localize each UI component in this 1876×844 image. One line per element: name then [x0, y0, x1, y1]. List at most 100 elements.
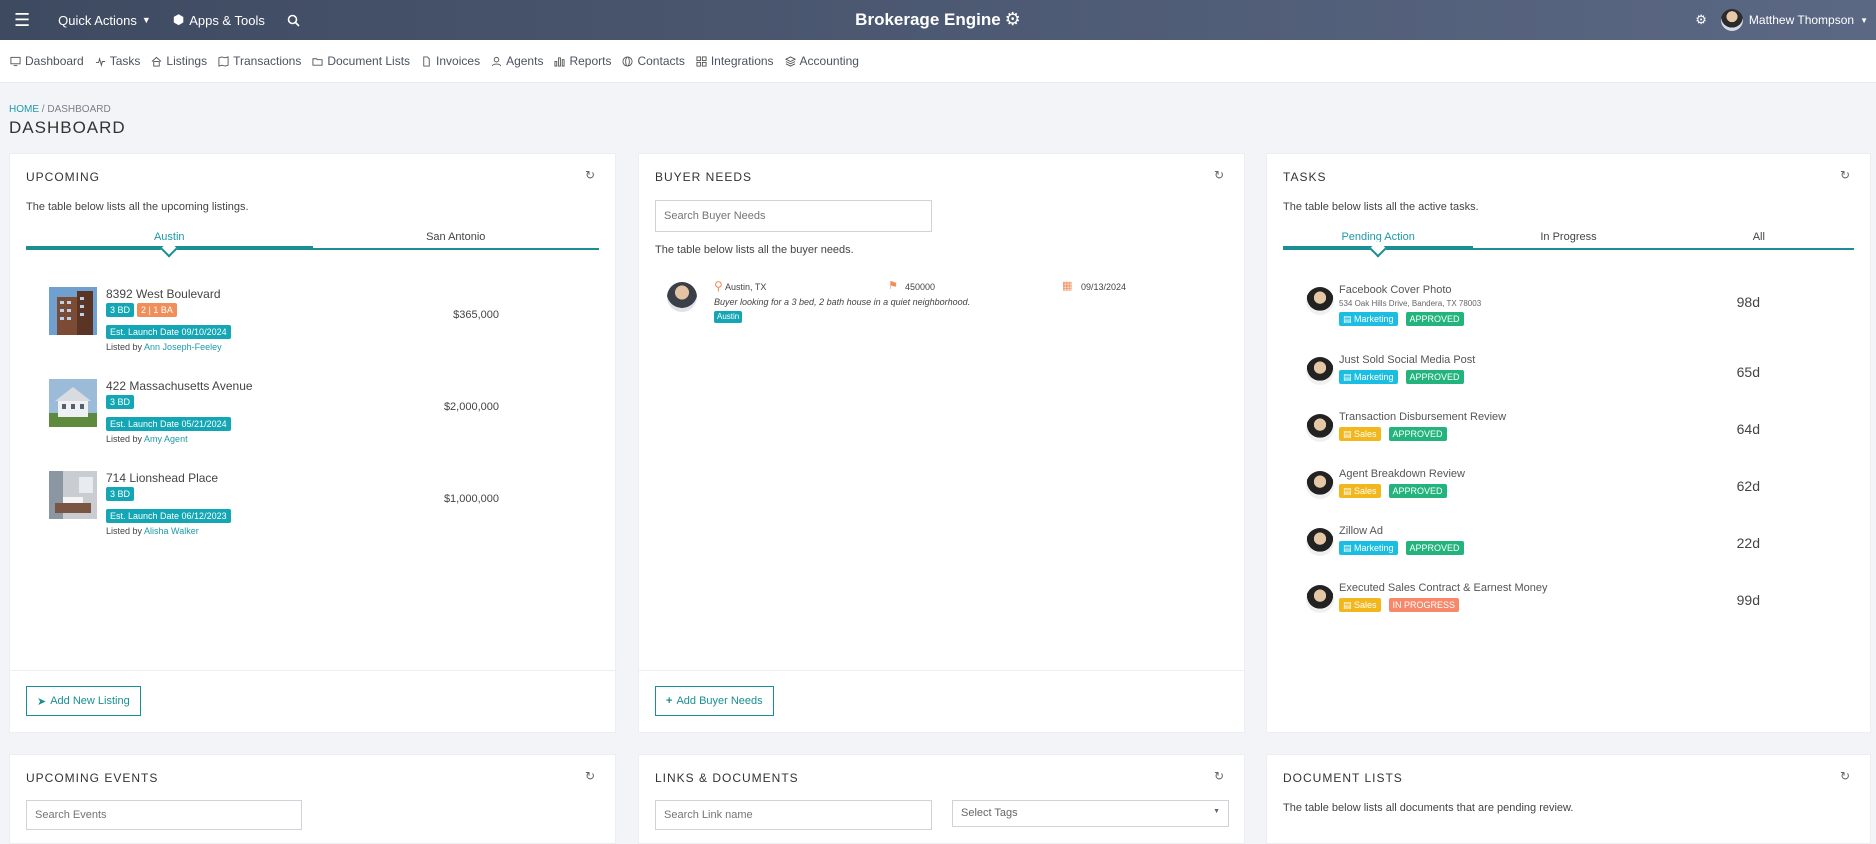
pulse-icon [95, 56, 105, 67]
top-bar: ☰ Quick Actions ▼ ⬢ Apps & Tools Brokerage… [0, 0, 1876, 40]
events-search-input[interactable] [26, 800, 302, 830]
tab-all[interactable]: All [1664, 226, 1854, 248]
refresh-icon[interactable]: ↻ [1214, 168, 1224, 182]
refresh-icon[interactable]: ↻ [1840, 168, 1850, 182]
upcoming-tabs: Austin San Antonio [26, 226, 599, 250]
nav-label: Dashboard [25, 54, 84, 68]
task-row[interactable]: Just Sold Social Media Post ▤ Marketing A… [1306, 354, 1760, 411]
breadcrumb-home[interactable]: HOME [9, 104, 39, 115]
status-badge: APPROVED [1405, 312, 1464, 326]
add-buyer-needs-button[interactable]: + Add Buyer Needs [655, 686, 774, 716]
task-row[interactable]: Transaction Disbursement Review ▤ Sales A… [1306, 411, 1760, 468]
select-tags-dropdown[interactable]: Select Tags ▼ [952, 800, 1229, 827]
listing-item[interactable]: 8392 West Boulevard 3 BD 2 | 1 BA Est. La… [49, 287, 499, 367]
agent-link[interactable]: Alisha Walker [144, 526, 199, 536]
task-age: 64d [1736, 421, 1760, 437]
nav-contacts[interactable]: Contacts [622, 54, 685, 68]
card-description: The table below lists all documents that… [1283, 802, 1574, 814]
add-new-listing-button[interactable]: ➤ Add New Listing [26, 686, 141, 716]
buyer-needs-card: BUYER NEEDS ↻ The table below lists all … [638, 153, 1245, 733]
avatar [1720, 9, 1743, 31]
tab-pending-action[interactable]: Pending Action [1283, 226, 1474, 248]
task-age: 22d [1736, 535, 1760, 551]
nav-listings[interactable]: Listings [151, 54, 207, 68]
nav-label: Invoices [436, 54, 481, 68]
nav-tasks[interactable]: Tasks [95, 54, 140, 68]
launch-date-row: Est. Launch Date 09/10/2024 [106, 322, 231, 340]
apps-tools-menu[interactable]: ⬢ Apps & Tools [165, 12, 273, 28]
refresh-icon[interactable]: ↻ [585, 168, 595, 182]
nav-transactions[interactable]: Transactions [218, 54, 301, 68]
refresh-icon[interactable]: ↻ [1840, 769, 1850, 783]
agent-link[interactable]: Ann Joseph-Feeley [144, 342, 222, 352]
brand-name: Brokerage Engine [855, 9, 1001, 29]
tab-san-antonio[interactable]: San Antonio [313, 226, 600, 248]
category-label: Marketing [1354, 543, 1394, 553]
task-row[interactable]: Executed Sales Contract & Earnest Money … [1306, 582, 1760, 618]
breadcrumb-separator: / [41, 104, 45, 115]
listing-address: 422 Massachusetts Avenue [106, 379, 253, 393]
beds-badge: 3 BD [106, 303, 135, 317]
paper-plane-icon: ➤ [37, 695, 47, 708]
box-icon: ⬢ [172, 12, 185, 27]
listed-by: Listed by Amy Agent [106, 434, 188, 444]
main-nav: Dashboard Tasks Listings Transactions Do… [0, 40, 1876, 83]
listing-badges: 3 BD 2 | 1 BA [106, 303, 177, 317]
nav-reports[interactable]: Reports [554, 54, 611, 68]
card-title: BUYER NEEDS [655, 170, 753, 184]
agent-link[interactable]: Amy Agent [144, 434, 188, 444]
dropdown-placeholder: Select Tags [961, 807, 1018, 819]
nav-label: Listings [166, 54, 208, 68]
refresh-icon[interactable]: ↻ [1214, 769, 1224, 783]
avatar [1306, 471, 1334, 499]
user-menu[interactable]: Matthew Thompson ▼ [1720, 9, 1868, 31]
buyer-need-item[interactable]: ⚲ Austin, TX ⚑ 450000 ▦ 09/13/2024 Buyer… [714, 279, 1214, 331]
nav-document-lists[interactable]: Document Lists [312, 54, 410, 68]
card-footer: ➤ Add New Listing [10, 670, 615, 732]
status-badge: APPROVED [1388, 484, 1447, 498]
card-title: LINKS & DOCUMENTS [655, 771, 799, 785]
nav-dashboard[interactable]: Dashboard [10, 54, 84, 68]
launch-date-badge: Est. Launch Date 09/10/2024 [106, 325, 231, 339]
task-row[interactable]: Zillow Ad ▤ Marketing APPROVED 22d [1306, 525, 1760, 582]
task-title: Executed Sales Contract & Earnest Money [1339, 582, 1548, 594]
search-icon[interactable] [279, 14, 308, 27]
bar-chart-icon [554, 56, 565, 67]
tag-icon: ⚑ [888, 280, 898, 292]
listing-item[interactable]: 714 Lionshead Place 3 BD Est. Launch Dat… [49, 471, 499, 551]
nav-label: Document Lists [327, 54, 411, 68]
card-description: The table below lists all the active tas… [1283, 201, 1479, 213]
card-title: TASKS [1283, 170, 1327, 184]
nav-integrations[interactable]: Integrations [696, 54, 774, 68]
quick-actions-menu[interactable]: Quick Actions ▼ [50, 13, 159, 28]
buyer-needs-search-input[interactable] [655, 200, 932, 232]
avatar [667, 282, 697, 312]
nav-invoices[interactable]: Invoices [421, 54, 480, 68]
need-tag-badge: Austin [714, 311, 743, 323]
task-title: Just Sold Social Media Post [1339, 354, 1476, 366]
brand-logo[interactable]: Brokerage Engine ⚙ [855, 9, 1021, 30]
listing-item[interactable]: 422 Massachusetts Avenue 3 BD Est. Launc… [49, 379, 499, 459]
tab-austin[interactable]: Austin [26, 226, 313, 248]
task-row[interactable]: Facebook Cover Photo 534 Oak Hills Drive… [1306, 284, 1760, 341]
task-row[interactable]: Agent Breakdown Review ▤ Sales APPROVED 6… [1306, 468, 1760, 525]
caret-down-icon: ▼ [1213, 808, 1220, 815]
tab-in-progress[interactable]: In Progress [1473, 226, 1663, 248]
settings-gear-icon[interactable]: ⚙ [1695, 12, 1707, 28]
nav-accounting[interactable]: Accounting [784, 54, 859, 68]
grid-icon [696, 55, 707, 67]
category-badge: ▤ Sales [1339, 598, 1381, 612]
category-label: Marketing [1354, 372, 1394, 382]
nav-agents[interactable]: Agents [491, 54, 543, 68]
hamburger-menu-icon[interactable]: ☰ [14, 10, 30, 31]
plus-icon: + [666, 695, 673, 707]
refresh-icon[interactable]: ↻ [585, 769, 595, 783]
task-age: 99d [1736, 592, 1760, 608]
task-address: 534 Oak Hills Drive, Bandera, TX 78003 [1339, 299, 1482, 308]
upcoming-events-card: UPCOMING EVENTS ↻ [9, 754, 616, 844]
gear-logo-icon: ⚙ [1004, 9, 1021, 29]
task-title: Facebook Cover Photo [1339, 284, 1452, 296]
need-budget: 450000 [905, 282, 936, 292]
link-name-search-input[interactable] [655, 800, 932, 830]
task-age: 65d [1736, 364, 1760, 380]
